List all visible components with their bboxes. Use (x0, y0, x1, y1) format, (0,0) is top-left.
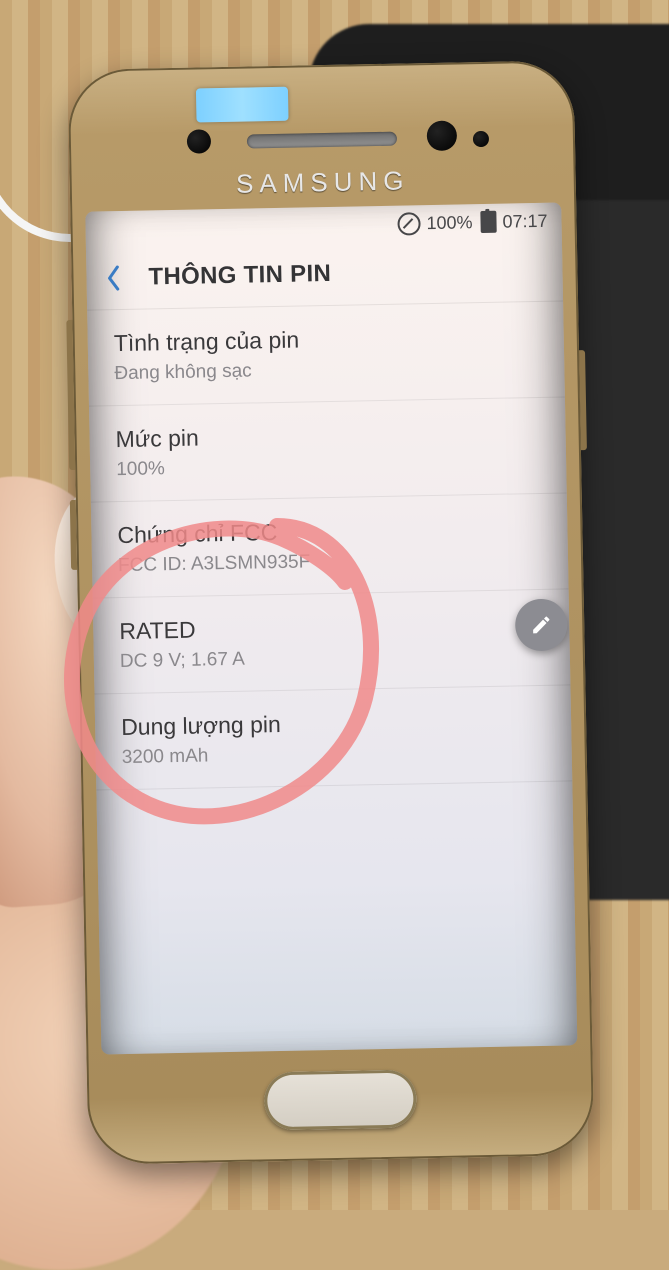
item-label: Mức pin (115, 418, 539, 453)
brand-label: SAMSUNG (69, 162, 576, 203)
page-header: THÔNG TIN PIN (86, 238, 563, 310)
list-item[interactable]: Tình trạng của pin Đang không sạc (87, 301, 565, 406)
battery-icon (480, 211, 496, 233)
settings-list: Tình trạng của pin Đang không sạc Mức pi… (87, 301, 572, 790)
page-title: THÔNG TIN PIN (148, 260, 331, 291)
item-label: RATED (119, 610, 543, 645)
hologram-sticker (196, 87, 289, 123)
front-sensor (473, 131, 489, 147)
list-item[interactable]: Chứng chỉ FCC FCC ID: A3LSMN935F (91, 493, 569, 598)
list-item[interactable]: Dung lượng pin 3200 mAh (95, 685, 573, 790)
screen: 100% 07:17 THÔNG TIN PIN Tình trạng của … (85, 203, 577, 1055)
item-label: Chứng chỉ FCC (117, 514, 541, 549)
home-button[interactable] (264, 1069, 417, 1130)
item-value: FCC ID: A3LSMN935F (118, 547, 542, 577)
pencil-icon (530, 614, 552, 636)
no-signal-icon (397, 212, 420, 235)
front-camera (427, 120, 458, 151)
phone-chassis: SAMSUNG 100% 07:17 THÔNG TIN PIN Tình tr… (68, 60, 595, 1165)
item-value: Đang không sạc (114, 355, 538, 385)
list-item[interactable]: RATED DC 9 V; 1.67 A (93, 589, 571, 694)
chevron-left-icon (105, 265, 121, 291)
item-label: Tình trạng của pin (114, 322, 538, 357)
item-value: DC 9 V; 1.67 A (120, 643, 544, 673)
front-sensor (187, 129, 211, 153)
earpiece (247, 132, 397, 149)
item-value: 3200 mAh (122, 739, 546, 769)
item-value: 100% (116, 451, 540, 481)
back-button[interactable] (96, 261, 131, 296)
list-item[interactable]: Mức pin 100% (89, 397, 567, 502)
side-button[interactable] (70, 500, 77, 570)
battery-percent: 100% (426, 212, 472, 234)
clock: 07:17 (502, 210, 547, 232)
item-label: Dung lượng pin (121, 706, 545, 741)
